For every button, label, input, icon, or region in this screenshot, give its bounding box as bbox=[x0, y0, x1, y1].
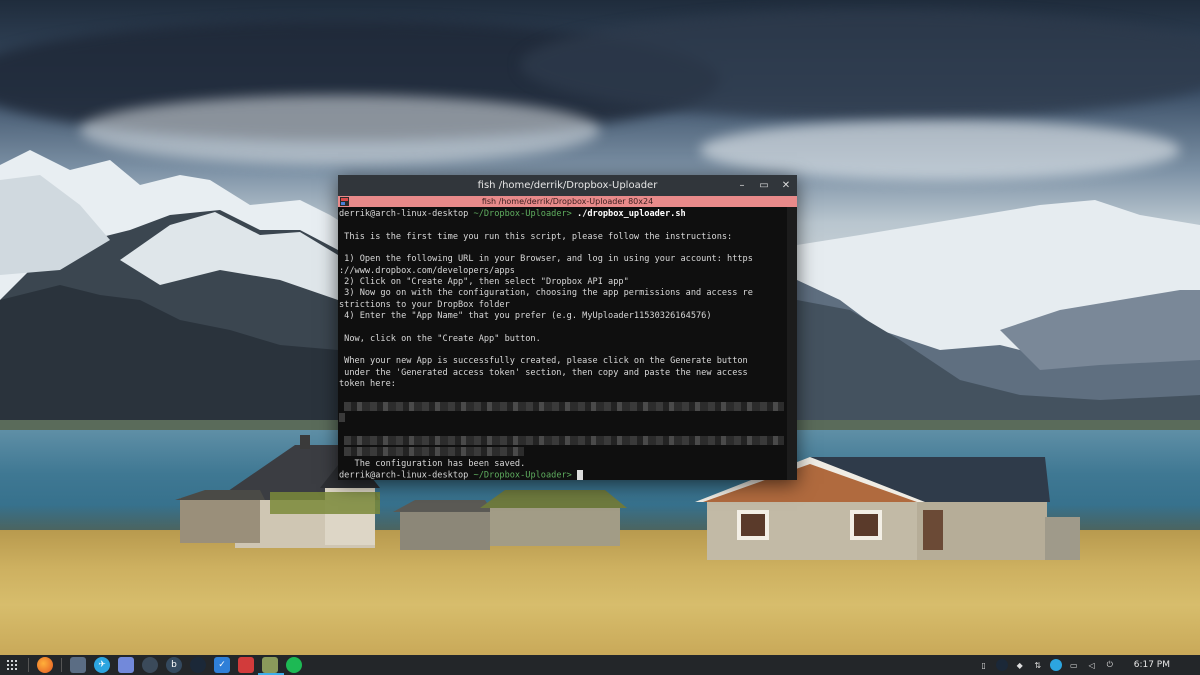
window-titlebar[interactable]: fish /home/derrik/Dropbox-Uploader – ▭ ✕ bbox=[338, 175, 797, 196]
output-line: ://www.dropbox.com/developers/apps bbox=[339, 265, 515, 276]
prompt-user: derrik@arch-linux-desktop bbox=[339, 209, 469, 219]
output-line: token here: bbox=[339, 379, 396, 390]
steam-icon[interactable] bbox=[190, 657, 206, 673]
clock[interactable]: 6:17 PM bbox=[1134, 660, 1170, 670]
terminal-window[interactable]: fish /home/derrik/Dropbox-Uploader – ▭ ✕… bbox=[338, 175, 797, 480]
maximize-button[interactable]: ▭ bbox=[759, 175, 769, 196]
app-icon[interactable] bbox=[142, 657, 158, 673]
output-line: under the 'Generated access token' secti… bbox=[339, 367, 748, 378]
redacted-token bbox=[339, 413, 345, 423]
steam-tray-icon[interactable] bbox=[995, 659, 1008, 671]
taskbar-separator bbox=[28, 658, 29, 672]
close-button[interactable]: ✕ bbox=[781, 175, 791, 196]
text-cursor bbox=[577, 469, 584, 480]
terminal-icon bbox=[340, 197, 349, 206]
tab-terminal[interactable]: fish /home/derrik/Dropbox-Uploader 80x24 bbox=[338, 196, 797, 207]
taskbar: ✈ b ✓ ▯ ◆ ⇅ ▭ ◁ ⏻ 6:17 PM bbox=[0, 655, 1200, 675]
output-line: This is the first time you run this scri… bbox=[339, 231, 733, 242]
power-icon[interactable]: ⏻ bbox=[1104, 659, 1116, 671]
prompt-path: ~/Dropbox-Uploader> bbox=[468, 209, 572, 219]
window-title: fish /home/derrik/Dropbox-Uploader bbox=[477, 180, 658, 191]
firefox-icon[interactable] bbox=[37, 657, 53, 673]
network-icon[interactable]: ⇅ bbox=[1032, 659, 1044, 671]
prompt-user: derrik@arch-linux-desktop bbox=[339, 470, 469, 480]
dropbox-tray-icon[interactable]: ◆ bbox=[1014, 659, 1026, 671]
spotify-icon[interactable] bbox=[286, 657, 302, 673]
chat-icon[interactable]: ▭ bbox=[1068, 659, 1080, 671]
discord-icon[interactable] bbox=[118, 657, 134, 673]
tab-label: fish /home/derrik/Dropbox-Uploader 80x24 bbox=[481, 197, 654, 206]
output-line: When your new App is successfully create… bbox=[339, 356, 748, 367]
files-icon[interactable] bbox=[262, 657, 278, 673]
budgie-icon[interactable]: b bbox=[166, 657, 182, 673]
output-line: 3) Now go on with the configuration, cho… bbox=[339, 288, 753, 299]
red-app-icon[interactable] bbox=[238, 657, 254, 673]
terminal-output[interactable]: derrik@arch-linux-desktop ~/Dropbox-Uplo… bbox=[338, 207, 787, 480]
volume-icon[interactable]: ◁ bbox=[1086, 659, 1098, 671]
system-tray: ▯ ◆ ⇅ ▭ ◁ ⏻ 6:17 PM bbox=[972, 655, 1200, 675]
telegram-tray-icon[interactable] bbox=[1049, 659, 1062, 671]
redacted-token bbox=[344, 401, 785, 411]
output-line: 4) Enter the "App Name" that you prefer … bbox=[339, 311, 712, 322]
output-line: strictions to your DropBox folder bbox=[339, 299, 510, 310]
terminal-scrollbar[interactable] bbox=[787, 207, 797, 480]
clipboard-icon[interactable]: ▯ bbox=[978, 659, 990, 671]
prompt-path: ~/Dropbox-Uploader> bbox=[468, 470, 572, 480]
redacted-token bbox=[344, 435, 785, 445]
telegram-icon[interactable]: ✈ bbox=[94, 657, 110, 673]
output-line: Now, click on the "Create App" button. bbox=[339, 333, 541, 344]
redacted-token bbox=[344, 447, 525, 457]
output-line: 2) Click on "Create App", then select "D… bbox=[339, 277, 629, 288]
saved-message: The configuration has been saved. bbox=[339, 458, 526, 469]
app-launcher-icon[interactable] bbox=[4, 657, 20, 673]
command-text: ./dropbox_uploader.sh bbox=[571, 209, 686, 219]
output-line: 1) Open the following URL in your Browse… bbox=[339, 254, 753, 265]
minimize-button[interactable]: – bbox=[737, 175, 747, 196]
desktop-icon[interactable] bbox=[70, 657, 86, 673]
checkbox-icon[interactable]: ✓ bbox=[214, 657, 230, 673]
taskbar-separator bbox=[61, 658, 62, 672]
